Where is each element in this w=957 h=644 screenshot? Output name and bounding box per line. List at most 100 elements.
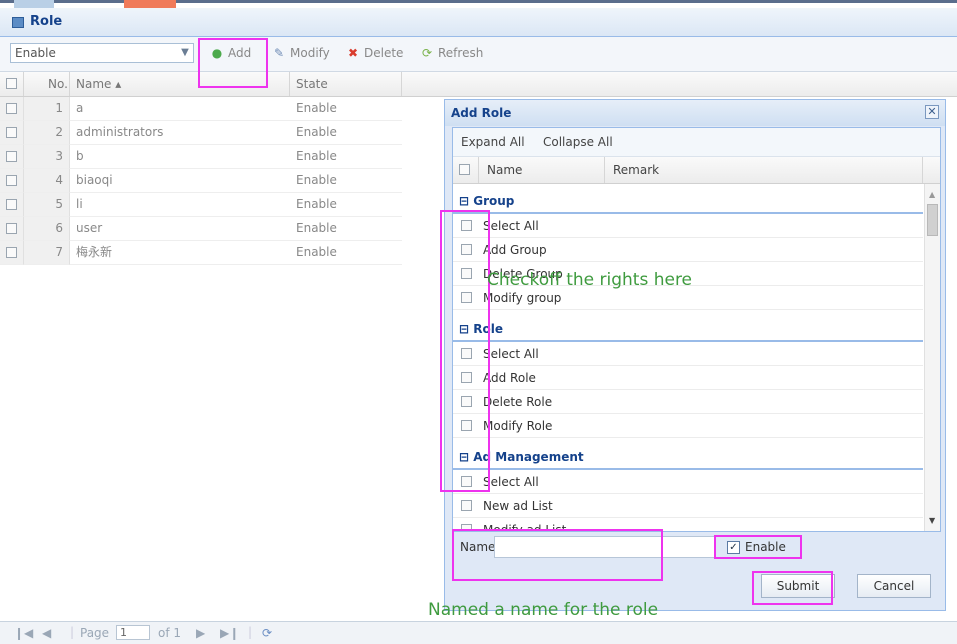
chevron-down-icon[interactable]: ▼: [177, 44, 193, 62]
col-header-state[interactable]: State: [290, 72, 402, 96]
tree-item[interactable]: Select All: [453, 470, 923, 494]
prev-page-icon[interactable]: ◀: [42, 626, 51, 640]
tree-group[interactable]: ⊟ Role: [453, 318, 923, 342]
refresh-button[interactable]: ⟳ Refresh: [420, 46, 483, 64]
scroll-up-icon[interactable]: ▲: [929, 190, 935, 199]
row-checkbox[interactable]: [6, 223, 17, 234]
row-checkbox[interactable]: [6, 247, 17, 258]
right-label: Delete Role: [483, 395, 553, 409]
tree-col-remark[interactable]: Remark: [605, 157, 923, 183]
tree-group[interactable]: ⊟ Ad Management: [453, 446, 923, 470]
panel-header: Role: [0, 8, 957, 37]
tree-item[interactable]: Select All: [453, 214, 923, 238]
right-checkbox[interactable]: [461, 292, 472, 303]
right-label: New ad List: [483, 499, 553, 513]
tree-col-name[interactable]: Name: [479, 157, 605, 183]
scroll-thumb[interactable]: [927, 204, 938, 236]
row-check-cell: [0, 193, 24, 217]
row-check-cell: [0, 121, 24, 145]
row-check-cell: [0, 217, 24, 241]
row-number: 6: [24, 217, 70, 241]
top-tab-1[interactable]: [14, 0, 54, 8]
tree-toolbar: Expand All Collapse All: [453, 128, 940, 157]
tree-item[interactable]: New ad List: [453, 494, 923, 518]
row-name: a: [70, 97, 290, 121]
right-label: Select All: [483, 347, 539, 361]
grid-icon: [12, 17, 24, 28]
top-strip: [0, 0, 957, 8]
right-checkbox[interactable]: [461, 220, 472, 231]
right-checkbox[interactable]: [461, 372, 472, 383]
right-label: Add Role: [483, 371, 536, 385]
right-checkbox[interactable]: [461, 524, 472, 531]
row-state: Enable: [290, 145, 402, 169]
col-header-no[interactable]: No.: [24, 72, 70, 96]
tree-scrollbar[interactable]: ▲ ▼: [924, 184, 940, 531]
scroll-down-icon[interactable]: ▼: [929, 516, 935, 525]
row-name: user: [70, 217, 290, 241]
row-number: 1: [24, 97, 70, 121]
tree-item[interactable]: Add Group: [453, 238, 923, 262]
right-checkbox[interactable]: [461, 244, 472, 255]
row-name: administrators: [70, 121, 290, 145]
row-checkbox[interactable]: [6, 103, 17, 114]
tree-item[interactable]: Delete Role: [453, 390, 923, 414]
tree-group-label[interactable]: ⊟ Group: [459, 194, 514, 208]
page-input[interactable]: 1: [116, 625, 150, 640]
row-checkbox[interactable]: [6, 175, 17, 186]
tree-select-all-checkbox[interactable]: [459, 164, 470, 175]
tree-group-label[interactable]: ⊟ Ad Management: [459, 450, 584, 464]
row-checkbox[interactable]: [6, 151, 17, 162]
tree-item[interactable]: Add Role: [453, 366, 923, 390]
tree-group[interactable]: ⊟ Group: [453, 190, 923, 214]
rights-tree: Expand All Collapse All Name Remark ⊟ Gr…: [452, 127, 941, 532]
right-checkbox[interactable]: [461, 476, 472, 487]
modify-label: Modify: [290, 46, 330, 60]
tree-item[interactable]: Modify ad List: [453, 518, 923, 532]
state-filter-select[interactable]: Enable ▼: [10, 43, 194, 63]
row-checkbox[interactable]: [6, 199, 17, 210]
tree-header: Name Remark: [453, 157, 940, 184]
header-checkbox-cell: [0, 72, 24, 96]
right-checkbox[interactable]: [461, 396, 472, 407]
submit-button[interactable]: Submit: [761, 574, 835, 598]
top-tab-2[interactable]: [124, 0, 176, 8]
right-checkbox[interactable]: [461, 268, 472, 279]
right-label: Modify ad List: [483, 523, 567, 532]
right-checkbox[interactable]: [461, 420, 472, 431]
row-number: 2: [24, 121, 70, 145]
row-name: biaoqi: [70, 169, 290, 193]
delete-icon: ✖: [347, 46, 359, 60]
add-button[interactable]: ● Add: [210, 46, 251, 64]
last-page-icon[interactable]: ▶❙: [220, 626, 239, 640]
tree-item[interactable]: Select All: [453, 342, 923, 366]
next-page-icon[interactable]: ▶: [196, 626, 205, 640]
row-number: 4: [24, 169, 70, 193]
close-icon[interactable]: ✕: [925, 105, 939, 119]
right-checkbox[interactable]: [461, 500, 472, 511]
modify-button[interactable]: ✎ Modify: [272, 46, 330, 64]
grid-header: No. Name ▴ State: [0, 72, 957, 97]
row-checkbox[interactable]: [6, 127, 17, 138]
first-page-icon[interactable]: ❙◀: [14, 626, 33, 640]
add-role-dialog: Add Role ✕ Expand All Collapse All Name …: [444, 99, 946, 611]
annotation-rights: Checkoff the rights here: [487, 270, 693, 290]
select-all-checkbox[interactable]: [6, 78, 17, 89]
right-label: Select All: [483, 475, 539, 489]
refresh-icon[interactable]: ⟳: [262, 626, 272, 640]
right-checkbox[interactable]: [461, 348, 472, 359]
enable-checkbox[interactable]: ✓: [727, 541, 740, 554]
collapse-all-button[interactable]: Collapse All: [543, 135, 613, 149]
delete-button[interactable]: ✖ Delete: [346, 46, 403, 64]
row-state: Enable: [290, 217, 402, 241]
role-name-input[interactable]: [494, 536, 716, 558]
row-name: 梅永新: [70, 241, 290, 265]
expand-all-button[interactable]: Expand All: [461, 135, 525, 149]
cancel-button[interactable]: Cancel: [857, 574, 931, 598]
tree-item[interactable]: Modify Role: [453, 414, 923, 438]
enable-label: Enable: [745, 540, 786, 554]
right-label: Add Group: [483, 243, 547, 257]
col-header-name[interactable]: Name ▴: [70, 72, 290, 96]
pager-separator: |: [70, 625, 75, 639]
tree-group-label[interactable]: ⊟ Role: [459, 322, 503, 336]
